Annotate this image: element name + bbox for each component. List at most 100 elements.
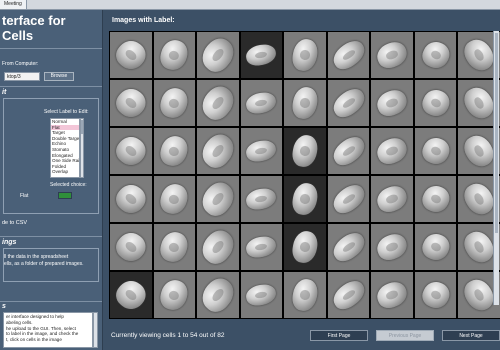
- cell-image[interactable]: [109, 79, 153, 127]
- cell-image[interactable]: [370, 31, 414, 79]
- cell-image-frame: [327, 176, 370, 222]
- cell-image[interactable]: [326, 223, 371, 271]
- cell-image[interactable]: [326, 79, 371, 127]
- meeting-tab[interactable]: Meeting: [0, 0, 27, 9]
- label-option[interactable]: Overlap: [51, 169, 79, 175]
- grid-scrollbar[interactable]: [493, 31, 499, 305]
- cell-image-frame: [153, 80, 196, 126]
- cell-image[interactable]: [109, 31, 153, 79]
- cell-image[interactable]: [413, 127, 458, 175]
- cell-image[interactable]: [370, 175, 414, 223]
- cell-image[interactable]: [152, 271, 197, 319]
- notes-line-5: t, click on cells in the image: [6, 337, 62, 343]
- cell-image[interactable]: [239, 223, 284, 271]
- cell-image[interactable]: [283, 175, 327, 223]
- cell-image[interactable]: [283, 223, 327, 271]
- cell-image[interactable]: [413, 79, 458, 127]
- cell-image[interactable]: [239, 79, 284, 127]
- cell-image[interactable]: [370, 271, 414, 319]
- red-blood-cell: [328, 36, 369, 74]
- previous-page-button[interactable]: Previous Page: [376, 330, 434, 341]
- cell-image[interactable]: [326, 271, 371, 319]
- cell-image[interactable]: [196, 79, 240, 127]
- red-blood-cell: [418, 37, 453, 73]
- first-page-button[interactable]: First Page: [310, 330, 368, 341]
- red-blood-cell: [244, 282, 278, 308]
- red-blood-cell: [373, 230, 411, 264]
- cell-image[interactable]: [413, 271, 458, 319]
- red-blood-cell: [418, 181, 453, 217]
- cell-image[interactable]: [283, 271, 327, 319]
- red-blood-cell: [290, 229, 320, 265]
- divider: [0, 236, 102, 237]
- red-blood-cell: [157, 37, 191, 73]
- cell-image-frame: [327, 32, 370, 78]
- cell-image[interactable]: [413, 31, 458, 79]
- cell-image[interactable]: [239, 127, 284, 175]
- red-blood-cell: [196, 224, 240, 270]
- scrollbar-thumb[interactable]: [495, 33, 498, 233]
- red-blood-cell: [244, 138, 278, 164]
- cell-image-frame: [240, 80, 283, 126]
- control-panel: terface for Cells From Computer: ktop/3 …: [0, 10, 103, 350]
- cell-image-frame: [414, 224, 457, 270]
- cell-image[interactable]: [152, 175, 197, 223]
- red-blood-cell: [418, 85, 453, 121]
- cell-image[interactable]: [152, 31, 197, 79]
- cell-image-frame: [414, 128, 457, 174]
- label-listbox[interactable]: Normal Flat Target Double Target Echino …: [50, 118, 80, 178]
- cell-image-frame: [110, 128, 152, 174]
- red-blood-cell: [373, 278, 411, 312]
- save-csv-button[interactable]: de to CSV: [2, 220, 27, 226]
- file-path-field[interactable]: ktop/3: [4, 72, 40, 81]
- cell-image[interactable]: [109, 127, 153, 175]
- cell-image[interactable]: [370, 127, 414, 175]
- instructions-textarea[interactable]: er interface designed to help abeling ce…: [3, 312, 93, 348]
- cell-image[interactable]: [196, 271, 240, 319]
- cell-image[interactable]: [283, 127, 327, 175]
- cell-image[interactable]: [152, 79, 197, 127]
- red-blood-cell: [196, 128, 240, 174]
- red-blood-cell: [290, 37, 320, 73]
- red-blood-cell: [373, 38, 411, 72]
- cell-image[interactable]: [326, 127, 371, 175]
- cell-image[interactable]: [196, 31, 240, 79]
- cell-image[interactable]: [152, 127, 197, 175]
- cell-image[interactable]: [413, 223, 458, 271]
- cell-image[interactable]: [239, 175, 284, 223]
- instructions-scrollbar[interactable]: [93, 312, 98, 348]
- cell-image[interactable]: [239, 31, 284, 79]
- cell-image[interactable]: [283, 79, 327, 127]
- red-blood-cell: [196, 80, 240, 126]
- cell-image[interactable]: [370, 79, 414, 127]
- red-blood-cell: [328, 132, 369, 170]
- cell-image[interactable]: [109, 175, 153, 223]
- browse-button[interactable]: Browse: [44, 72, 74, 81]
- cell-image-frame: [196, 224, 240, 270]
- cell-image[interactable]: [196, 127, 240, 175]
- cell-image[interactable]: [109, 271, 153, 319]
- red-blood-cell: [157, 85, 191, 121]
- cell-image-frame: [153, 128, 196, 174]
- red-blood-cell: [196, 176, 240, 222]
- cell-image-frame: [327, 224, 370, 270]
- next-page-button[interactable]: Next Page: [442, 330, 500, 341]
- cell-image[interactable]: [196, 223, 240, 271]
- cell-image[interactable]: [109, 223, 153, 271]
- cell-image-frame: [371, 32, 413, 78]
- cell-image[interactable]: [196, 175, 240, 223]
- cell-image[interactable]: [152, 223, 197, 271]
- label-listbox-scrollbar[interactable]: [80, 118, 84, 178]
- cell-image-frame: [414, 32, 457, 78]
- red-blood-cell: [244, 186, 278, 212]
- cell-image[interactable]: [326, 175, 371, 223]
- scrollbar-thumb[interactable]: [81, 120, 83, 134]
- label-option[interactable]: One Side Raised: [51, 158, 79, 164]
- cell-image[interactable]: [326, 31, 371, 79]
- cell-image[interactable]: [239, 271, 284, 319]
- cell-image[interactable]: [413, 175, 458, 223]
- cell-image[interactable]: [283, 31, 327, 79]
- cell-image[interactable]: [370, 223, 414, 271]
- red-blood-cell: [373, 134, 411, 168]
- red-blood-cell: [290, 181, 320, 217]
